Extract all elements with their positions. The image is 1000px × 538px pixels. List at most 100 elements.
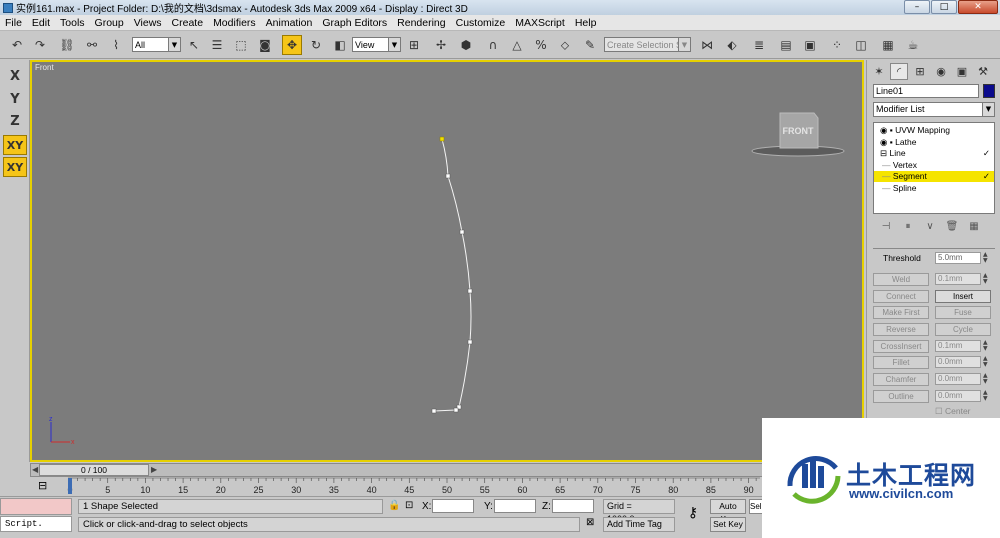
close-button[interactable]: ✕ [958,0,998,14]
menu-graph-editors[interactable]: Graph Editors [317,17,392,29]
menu-maxscript[interactable]: MAXScript [510,17,570,29]
axis-plane-flyout-button[interactable]: XY [3,157,27,177]
fillet-spinner[interactable]: 0.0mm [935,356,981,368]
axis-x-button[interactable]: X [3,66,27,86]
maximize-button[interactable]: □ [931,0,957,14]
menu-create[interactable]: Create [167,17,209,29]
axis-y-button[interactable]: Y [3,89,27,109]
axis-xy-button[interactable]: XY [3,135,27,155]
connect-button[interactable]: Connect [873,290,929,303]
modifier-toggle-icon[interactable]: ◉ ▪ [880,137,895,147]
cycle-button[interactable]: Cycle [935,323,991,336]
modify-tab-icon[interactable]: ◜ [890,63,908,80]
utilities-tab-icon[interactable]: ⚒ [974,63,992,80]
front-viewport[interactable]: Front FRONT z x [30,60,864,462]
material-editor-icon[interactable]: ⁘ [827,35,847,55]
create-tab-icon[interactable]: ✶ [870,63,888,80]
make-unique-icon[interactable]: ∨ [921,218,939,234]
rendered-frame-window-icon[interactable]: ▦ [878,35,898,55]
menu-file[interactable]: File [0,17,27,29]
stack-item-spline[interactable]: — Spline [874,183,994,194]
x-coord-field[interactable] [432,499,474,513]
menu-rendering[interactable]: Rendering [392,17,450,29]
render-setup-icon[interactable]: ◫ [851,35,871,55]
outline-button[interactable]: Outline [873,390,929,403]
stack-item-segment[interactable]: — Segment ✓ [874,171,994,183]
stack-item-vertex[interactable]: — Vertex [874,160,994,171]
weld-spinner[interactable]: 0.1mm [935,273,981,285]
auto-key-button[interactable]: Auto Key [710,499,746,524]
fuse-button[interactable]: Fuse [935,306,991,319]
redo-icon[interactable]: ↷ [30,35,50,55]
unlink-icon[interactable]: ⚯ [82,35,102,55]
axis-z-button[interactable]: Z [3,111,27,131]
bind-space-warp-icon[interactable]: ⌇ [106,35,126,55]
menu-animation[interactable]: Animation [261,17,318,29]
modifier-list-dropdown[interactable]: Modifier List ▼ [873,102,995,117]
menu-customize[interactable]: Customize [451,17,511,29]
select-by-name-icon[interactable]: ☰ [207,35,227,55]
modifier-toggle-icon[interactable]: ◉ ▪ [880,125,895,135]
outline-spinner[interactable]: 0.0mm [935,390,981,402]
spinner-arrows-icon[interactable]: ▲ ▼ [983,373,991,385]
chamfer-button[interactable]: Chamfer [873,373,929,386]
set-key-mode-icon[interactable]: ⚷ [680,505,706,525]
window-crossing-icon[interactable]: ◙ [255,35,275,55]
z-coord-field[interactable] [552,499,594,513]
viewcube[interactable]: FRONT [751,112,845,157]
snaps-toggle-icon[interactable]: ∩ [483,35,503,55]
chevron-left-icon[interactable]: ◀ [32,464,38,476]
maxscript-mini-listener[interactable]: Script. [0,516,72,532]
pin-stack-icon[interactable]: ⊣ [877,218,895,234]
remove-modifier-icon[interactable]: 🗑 [943,218,961,234]
make-first-button[interactable]: Make First [873,306,929,319]
add-time-tag-button[interactable]: Add Time Tag [603,517,675,532]
pivot-center-icon[interactable]: ⊞ [404,35,424,55]
spinner-arrows-icon[interactable]: ▲ ▼ [983,356,991,368]
select-and-link-icon[interactable]: ⛓ [57,35,77,55]
spline-line01[interactable] [431,136,473,414]
threshold-spinner[interactable]: 5.0mm [935,252,981,264]
align-icon[interactable]: ⬖ [722,35,742,55]
stack-item-line[interactable]: ⊟ Line ✓ [874,148,994,159]
select-and-rotate-icon[interactable]: ↻ [306,35,326,55]
stack-item-uvw-mapping[interactable]: ◉ ▪ UVW Mapping [874,125,994,136]
select-object-icon[interactable]: ↖ [184,35,204,55]
curve-editor-icon[interactable]: ▤ [776,35,796,55]
menu-group[interactable]: Group [90,17,129,29]
mirror-icon[interactable]: ⋈ [697,35,717,55]
rectangular-selection-icon[interactable]: ⬚ [231,35,251,55]
stack-item-lathe[interactable]: ◉ ▪ Lathe [874,137,994,148]
angle-snap-icon[interactable]: △ [507,35,527,55]
insert-button[interactable]: Insert [935,290,991,303]
center-checkbox[interactable]: ☐ Center [935,406,971,417]
display-tab-icon[interactable]: ▣ [953,63,971,80]
selection-filter-dropdown[interactable]: All ▼ [132,37,181,52]
motion-tab-icon[interactable]: ◉ [932,63,950,80]
hierarchy-tab-icon[interactable]: ⊞ [911,63,929,80]
absolute-relative-toggle-icon[interactable]: ⊡ [405,500,413,511]
spinner-arrows-icon[interactable]: ▲ ▼ [983,340,991,352]
key-filter-dropdown[interactable]: Sel [749,499,763,514]
undo-icon[interactable]: ↶ [7,35,27,55]
configure-modifier-sets-icon[interactable]: ▦ [965,218,983,234]
crossinsert-button[interactable]: CrossInsert [873,340,929,353]
layer-manager-icon[interactable]: ≣ [749,35,769,55]
reference-coordinate-dropdown[interactable]: View ▼ [352,37,401,52]
menu-modifiers[interactable]: Modifiers [208,17,261,29]
reverse-button[interactable]: Reverse [873,323,929,336]
render-production-icon[interactable]: ☕ [903,35,923,55]
spinner-arrows-icon[interactable]: ▲ ▼ [983,390,991,402]
time-slider[interactable]: ◀ 0 / 100 ▶ [30,463,864,477]
weld-button[interactable]: Weld [873,273,929,286]
minimize-button[interactable]: – [904,0,930,14]
spinner-snap-icon[interactable]: ⬦ [555,35,575,55]
select-and-scale-icon[interactable]: ◧ [330,35,350,55]
schematic-view-icon[interactable]: ▣ [800,35,820,55]
menu-edit[interactable]: Edit [27,17,55,29]
fillet-button[interactable]: Fillet [873,356,929,369]
spinner-arrows-icon[interactable]: ▲ ▼ [983,252,991,264]
percent-snap-icon[interactable]: % [531,35,551,55]
lock-selection-icon[interactable]: 🔒 [388,500,400,511]
edit-named-selection-icon[interactable]: ✎ [580,35,600,55]
